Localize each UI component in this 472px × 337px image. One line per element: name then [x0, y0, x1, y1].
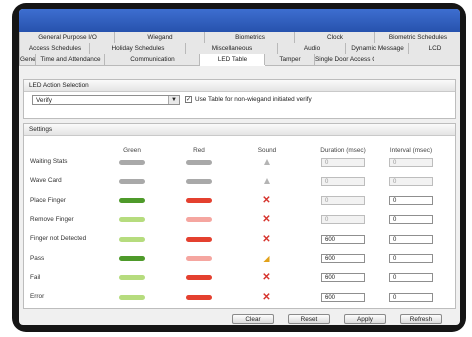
interval-field-place-finger[interactable]: 0: [389, 196, 433, 206]
interval-field-error[interactable]: 0: [389, 292, 433, 302]
tab-general[interactable]: General: [19, 54, 36, 65]
green-led-wave-card[interactable]: [119, 178, 145, 184]
tab-single-door-access-control[interactable]: Single Door Access Control: [314, 54, 374, 65]
led-action-select-value: Verify: [36, 97, 52, 104]
row-label-wave-card: Wave Card: [30, 177, 62, 185]
tab-general-purpose-i-o[interactable]: General Purpose I/O: [19, 32, 115, 43]
duration-field-error[interactable]: 600: [321, 292, 365, 302]
settings-title: Settings: [24, 124, 455, 136]
tab-holiday-schedules[interactable]: Holiday Schedules: [89, 43, 186, 54]
green-led-remove-finger[interactable]: [119, 217, 145, 223]
column-red: Red: [193, 147, 205, 154]
column-green: Green: [123, 147, 141, 154]
title-bar: [19, 9, 460, 32]
duration-field-fail[interactable]: 600: [321, 273, 365, 283]
tab-miscellaneous[interactable]: Miscellaneous: [185, 43, 278, 54]
x-icon[interactable]: ✕: [262, 292, 271, 302]
tab-lcd[interactable]: LCD: [408, 43, 460, 54]
bell-icon[interactable]: [264, 159, 270, 165]
row-label-fail: Fail: [30, 273, 41, 281]
row-label-place-finger: Place Finger: [30, 196, 66, 204]
red-led-waiting-stats[interactable]: [186, 159, 212, 165]
green-led-finger-not-detected[interactable]: [119, 236, 145, 242]
red-led-fail[interactable]: [186, 275, 212, 281]
red-led-error[interactable]: [186, 294, 212, 300]
reset-button[interactable]: Reset: [288, 314, 330, 324]
tab-audio[interactable]: Audio: [277, 43, 346, 54]
config-window: General Purpose I/O Wiegand Biometrics Cloc…: [19, 9, 460, 325]
interval-field-wave-card[interactable]: 0: [389, 176, 433, 186]
clear-button[interactable]: Clear: [232, 314, 274, 324]
green-led-pass[interactable]: [119, 256, 145, 261]
column-interval: Interval (msec): [389, 147, 433, 154]
interval-field-pass[interactable]: 0: [389, 254, 433, 263]
red-led-finger-not-detected[interactable]: [186, 236, 212, 242]
red-led-wave-card[interactable]: [186, 178, 212, 184]
interval-field-remove-finger[interactable]: 0: [389, 215, 433, 225]
green-led-fail[interactable]: [119, 275, 145, 281]
settings-panel: Settings Green Red Sound Duration (msec)…: [23, 123, 456, 309]
red-led-pass[interactable]: [186, 256, 212, 261]
duration-field-place-finger[interactable]: 0: [321, 196, 365, 206]
column-sound: Sound: [257, 147, 277, 154]
tab-led-table[interactable]: LED Table: [199, 54, 265, 66]
green-led-waiting-stats[interactable]: [119, 159, 145, 165]
tab-biometric-schedules[interactable]: Biometric Schedules: [374, 32, 460, 43]
bell-icon[interactable]: [264, 178, 270, 185]
led-action-select[interactable]: Verify ▼: [32, 95, 180, 105]
x-icon[interactable]: ✕: [262, 196, 271, 206]
chevron-down-icon[interactable]: ▼: [168, 96, 179, 104]
interval-field-finger-not-detected[interactable]: 0: [389, 234, 433, 244]
interval-field-fail[interactable]: 0: [389, 273, 433, 283]
duration-field-wave-card[interactable]: 0: [321, 176, 365, 186]
row-label-finger-not-detected: Finger not Detected: [30, 235, 87, 243]
duration-field-pass[interactable]: 600: [321, 254, 365, 263]
column-duration: Duration (msec): [320, 147, 366, 154]
x-icon[interactable]: ✕: [262, 215, 271, 225]
non-wiegand-checkbox-label: Use Table for non-wiegand initiated veri…: [195, 96, 312, 103]
row-label-waiting-stats: Waiting Stats: [30, 158, 68, 165]
duration-field-finger-not-detected[interactable]: 600: [321, 234, 365, 244]
red-led-place-finger[interactable]: [186, 198, 212, 204]
red-led-remove-finger[interactable]: [186, 217, 212, 223]
tab-clock[interactable]: Clock: [294, 32, 375, 43]
tab-tamper[interactable]: Tamper: [264, 54, 315, 65]
row-label-remove-finger: Remove Finger: [30, 215, 74, 223]
tab-time-and-attendance[interactable]: Time and Attendance: [35, 54, 105, 65]
tab-access-schedules[interactable]: Access Schedules: [19, 43, 90, 54]
tab-dynamic-message[interactable]: Dynamic Message: [345, 43, 409, 54]
x-icon[interactable]: ✕: [262, 273, 271, 283]
interval-field-waiting-stats[interactable]: 0: [389, 157, 433, 167]
tab-wiegand[interactable]: Wiegand: [114, 32, 205, 43]
tab-communication[interactable]: Communication: [104, 54, 200, 65]
led-action-panel: LED Action Selection Verify ▼ ✓ Use Tabl…: [23, 79, 456, 119]
green-led-place-finger[interactable]: [119, 198, 145, 204]
duration-field-remove-finger[interactable]: 0: [321, 215, 365, 225]
speaker-icon[interactable]: ◢: [262, 254, 271, 263]
tab-biometrics[interactable]: Biometrics: [204, 32, 295, 43]
tab-row-3: GeneralTime and AttendanceCommunicationL…: [19, 54, 460, 66]
refresh-button[interactable]: Refresh: [400, 314, 442, 324]
led-action-title: LED Action Selection: [24, 80, 455, 92]
non-wiegand-checkbox[interactable]: ✓: [185, 96, 192, 103]
x-icon[interactable]: ✕: [262, 234, 271, 244]
duration-field-waiting-stats[interactable]: 0: [321, 157, 365, 167]
row-label-pass: Pass: [30, 254, 45, 262]
row-label-error: Error: [30, 293, 45, 301]
apply-button[interactable]: Apply: [344, 314, 386, 324]
green-led-error[interactable]: [119, 294, 145, 300]
